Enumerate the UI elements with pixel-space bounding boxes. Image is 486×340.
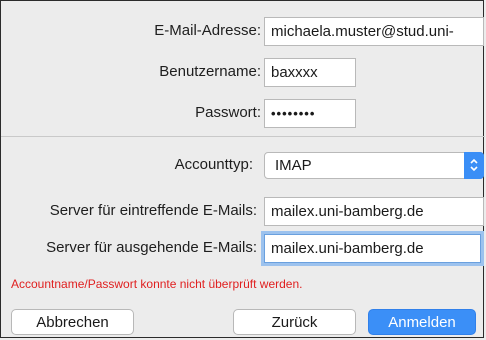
account-setup-dialog: E-Mail-Adresse: michaela.muster@stud.uni… [0,0,485,338]
outgoing-server-field[interactable]: mailex.uni-bamberg.de [264,234,481,263]
account-type-label: Accounttyp: [174,156,253,173]
account-type-value: IMAP [275,157,312,174]
incoming-server-field[interactable]: mailex.uni-bamberg.de [264,197,484,226]
email-field[interactable]: michaela.muster@stud.uni- [264,17,484,46]
account-type-select[interactable]: IMAP [264,152,484,179]
cancel-button[interactable]: Abbrechen [11,309,134,335]
signin-button[interactable]: Anmelden [368,309,476,335]
error-message: Accountname/Passwort konnte nicht überpr… [11,277,303,291]
username-field[interactable]: baxxxx [264,58,356,87]
incoming-server-label: Server für eintreffende E-Mails: [49,202,257,219]
email-label: E-Mail-Adresse: [154,22,261,39]
password-label: Passwort: [195,104,261,121]
username-label: Benutzername: [159,63,261,80]
back-button[interactable]: Zurück [233,309,356,335]
outgoing-server-label: Server für ausgehende E-Mails: [46,239,257,256]
password-field[interactable]: •••••••• [264,99,356,128]
section-divider [1,136,485,137]
chevron-up-down-icon [464,152,484,179]
